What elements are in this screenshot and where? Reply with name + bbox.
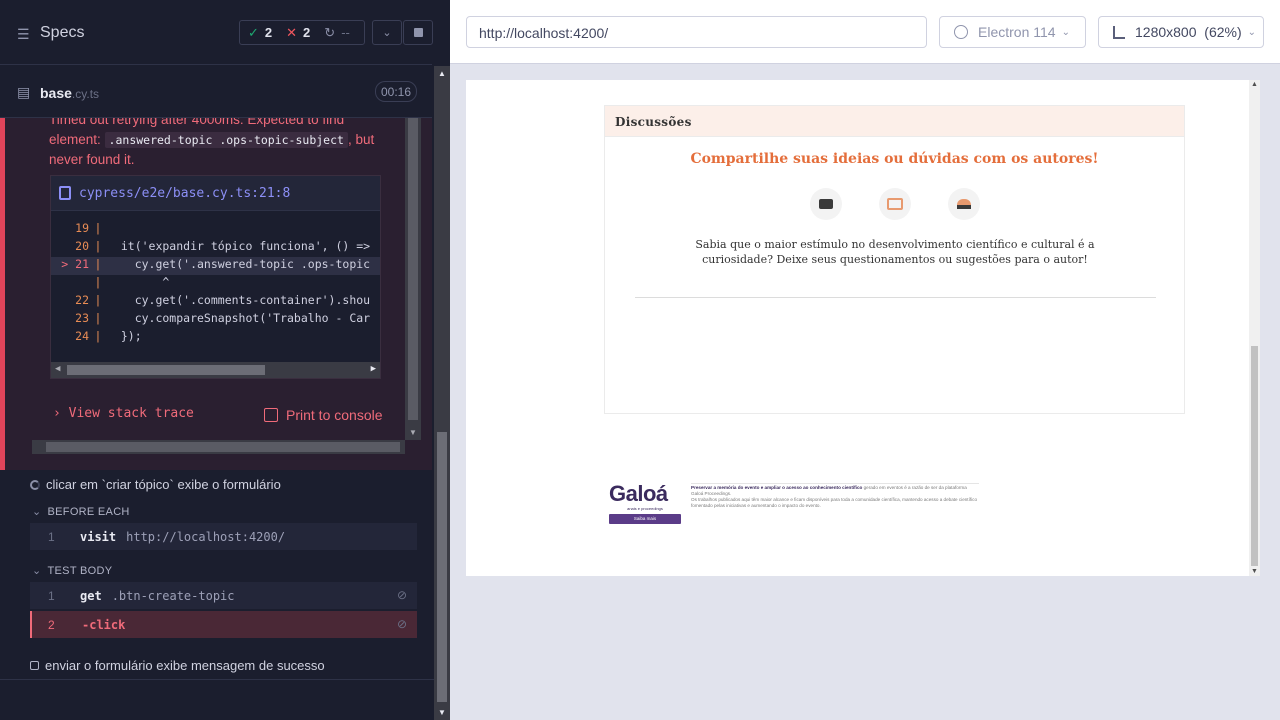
eye-slash-icon[interactable]: ⊘ xyxy=(397,588,413,602)
iframe-vertical-scrollbar[interactable]: ▲ ▼ xyxy=(1249,80,1260,576)
test-body-header[interactable]: ⌄ TEST BODY xyxy=(32,564,112,577)
command-row[interactable]: 1 visit http://localhost:4200/ xyxy=(30,523,417,550)
code-line: 19 | xyxy=(75,221,102,235)
pending-count: -- xyxy=(341,25,350,40)
test-pending[interactable]: enviar o formulário exibe mensagem de su… xyxy=(30,658,325,673)
discussion-box: Discussões Compartilhe suas ideias ou dú… xyxy=(604,105,1185,414)
scroll-up-icon[interactable]: ▲ xyxy=(1251,81,1258,88)
reporter-panel: ☰ Specs ✓ 2 ✕ 2 ↻ -- ⌄ ▤ base.cy.ts 00:1… xyxy=(0,0,450,720)
command-row-failed[interactable]: 2 -click ⊘ xyxy=(30,611,417,638)
spec-file-name[interactable]: base.cy.ts xyxy=(40,85,99,101)
check-icon: ✓ xyxy=(248,24,259,40)
electron-icon xyxy=(954,25,968,39)
pending-icon: ↻ xyxy=(324,24,336,40)
command-row[interactable]: 1 get .btn-create-topic ⊘ xyxy=(30,582,417,609)
chat-bubbles-icon xyxy=(879,188,911,220)
file-icon: ▤ xyxy=(17,84,31,100)
code-line: | ^ xyxy=(94,275,170,289)
discussion-cta: Compartilhe suas ideias ou dúvidas com o… xyxy=(690,151,1099,167)
ruler-icon xyxy=(1113,25,1125,39)
people-icon xyxy=(948,188,980,220)
code-line: 24 | }); xyxy=(75,329,142,343)
before-each-header[interactable]: ⌄ BEFORE EACH xyxy=(32,505,130,518)
chevron-down-icon: ⌄ xyxy=(1247,26,1257,38)
view-stack-trace-toggle[interactable]: › View stack trace xyxy=(53,406,194,421)
chevron-right-icon: › xyxy=(53,406,61,421)
code-lines: 19 | 20 | it('expandir tópico funciona', ()… xyxy=(51,211,380,347)
expand-toggle-button[interactable]: ⌄ xyxy=(372,20,402,45)
code-line: 23 | cy.compareSnapshot('Trabalho - Car xyxy=(75,311,371,325)
divider xyxy=(691,483,979,484)
aut-iframe: Discussões Compartilhe suas ideias ou dú… xyxy=(466,80,1260,576)
print-to-console-button[interactable]: Print to console xyxy=(264,407,383,423)
code-line: 22 | cy.get('.comments-container').shou xyxy=(75,293,371,307)
scrollbar-thumb[interactable] xyxy=(408,118,418,420)
scrollbar-thumb[interactable] xyxy=(437,432,447,702)
passed-count: 2 xyxy=(264,25,273,40)
failed-count: 2 xyxy=(303,25,311,40)
file-icon xyxy=(59,186,71,200)
error-message: Timed out retrying after 4000ms: Expecte… xyxy=(49,118,375,167)
chevron-down-icon: ⌄ xyxy=(382,27,392,39)
code-line: 20 | it('expandir tópico funciona', () => xyxy=(75,239,371,253)
stop-icon xyxy=(413,28,423,37)
menu-icon[interactable]: ☰ xyxy=(17,26,30,43)
scroll-down-icon[interactable]: ▼ xyxy=(409,428,417,437)
code-frame-file-link[interactable]: cypress/e2e/base.cy.ts:21:8 xyxy=(51,176,380,211)
discussion-icons xyxy=(810,188,980,220)
scroll-down-icon[interactable]: ▼ xyxy=(1251,568,1258,575)
specs-header: ☰ Specs ✓ 2 ✕ 2 ↻ -- ⌄ xyxy=(0,0,433,65)
handshake-icon xyxy=(810,188,842,220)
page-footer: Galoá anais e proceedings Saiba mais Pre… xyxy=(609,483,979,527)
scrollbar-thumb[interactable] xyxy=(67,365,265,375)
app-under-test-panel: http://localhost:4200/ Electron 114 ⌄ 12… xyxy=(450,0,1280,720)
divider xyxy=(0,679,434,680)
viewport-selector[interactable]: 1280x800 (62%) ⌄ xyxy=(1098,16,1264,48)
code-horizontal-scrollbar[interactable]: ◀ ▶ xyxy=(51,362,380,378)
code-line: > 21 | cy.get('.answered-topic .ops-topic xyxy=(51,257,380,275)
chevron-down-icon: ⌄ xyxy=(32,506,42,518)
scrollbar-thumb[interactable] xyxy=(1251,346,1258,566)
error-block: Timed out retrying after 4000ms: Expecte… xyxy=(0,118,432,470)
scroll-up-icon[interactable]: ▲ xyxy=(438,69,446,78)
reporter-vertical-scrollbar[interactable]: ▲ ▼ xyxy=(434,66,450,720)
spinner-icon xyxy=(30,479,40,490)
scroll-right-icon[interactable]: ▶ xyxy=(371,364,376,374)
stop-button[interactable] xyxy=(403,20,433,45)
chevron-down-icon: ⌄ xyxy=(32,565,42,577)
discussion-description: Sabia que o maior estímulo no desenvolvi… xyxy=(695,238,1095,266)
url-bar[interactable]: http://localhost:4200/ xyxy=(466,16,927,48)
duration-badge: 00:16 xyxy=(375,81,417,102)
specs-title[interactable]: Specs xyxy=(40,24,84,42)
chevron-down-icon: ⌄ xyxy=(1061,26,1070,38)
eye-slash-icon[interactable]: ⊘ xyxy=(397,617,413,631)
error-horizontal-scrollbar[interactable] xyxy=(32,440,405,454)
pending-icon xyxy=(30,661,39,670)
x-icon: ✕ xyxy=(286,24,298,40)
divider xyxy=(635,297,1156,298)
test-running[interactable]: clicar em `criar tópico` exibe o formulá… xyxy=(30,477,281,492)
scroll-left-icon[interactable]: ◀ xyxy=(55,364,60,374)
saiba-mais-button[interactable]: Saiba mais xyxy=(609,514,681,524)
footer-text: Preservar a memória do evento e ampliar … xyxy=(691,485,977,508)
code-frame: cypress/e2e/base.cy.ts:21:8 19 | 20 | it('e… xyxy=(50,175,381,379)
error-vertical-scrollbar[interactable]: ▼ xyxy=(405,118,421,440)
scroll-down-icon[interactable]: ▼ xyxy=(438,708,446,717)
aut-header: http://localhost:4200/ Electron 114 ⌄ 12… xyxy=(450,0,1280,64)
browser-selector[interactable]: Electron 114 ⌄ xyxy=(939,16,1086,48)
spec-file-row: ▤ base.cy.ts 00:16 xyxy=(0,66,432,118)
discussion-title: Discussões xyxy=(605,106,1184,137)
galoa-logo[interactable]: Galoá anais e proceedings Saiba mais xyxy=(609,483,681,525)
test-stats: ✓ 2 ✕ 2 ↻ -- xyxy=(239,20,365,45)
scrollbar-thumb[interactable] xyxy=(46,442,400,452)
console-icon xyxy=(264,408,278,422)
